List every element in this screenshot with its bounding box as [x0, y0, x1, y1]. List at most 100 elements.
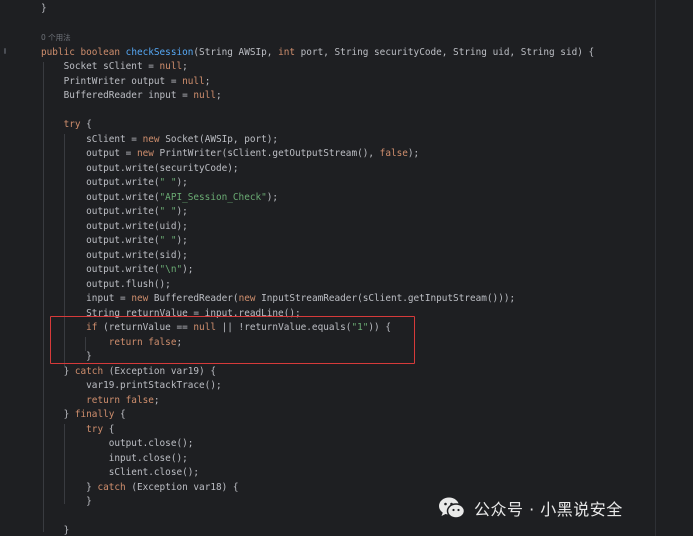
code-token: sClient =	[41, 133, 143, 145]
code-token: PrintWriter output =	[41, 75, 183, 87]
code-line[interactable]: input = new BufferedReader(new InputStre…	[41, 292, 515, 307]
code-token: catch	[74, 365, 104, 377]
code-line[interactable]: output.write(" ");	[41, 176, 188, 191]
code-token: output =	[41, 148, 137, 159]
code-line[interactable]: output.write("\n");	[41, 263, 193, 278]
code-line[interactable]: Socket sClient = null;	[41, 60, 188, 75]
code-line[interactable]: return false;	[41, 394, 160, 409]
code-token: {	[103, 423, 115, 435]
code-token: {	[80, 119, 92, 130]
code-token: try	[86, 423, 104, 435]
code-token: output.write(	[41, 177, 160, 188]
code-token: port, String securityCode, String uid, S…	[295, 46, 595, 58]
code-line[interactable]: output.close();	[41, 437, 194, 452]
code-token: ;	[153, 394, 160, 406]
code-token: }	[41, 496, 92, 507]
code-token: BufferedReader(	[148, 293, 239, 304]
code-line[interactable]: }	[41, 524, 70, 536]
code-token: PrintWriter(sClient.getOutputStream(),	[153, 148, 380, 159]
code-token: {	[114, 409, 126, 420]
code-token: }	[41, 409, 75, 420]
code-token: "\n"	[159, 264, 183, 275]
code-line[interactable]: output.write(" ");	[41, 205, 188, 220]
code-token: new	[131, 293, 149, 304]
code-token: );	[176, 206, 188, 217]
code-line[interactable]: output = new PrintWriter(sClient.getOutp…	[41, 147, 419, 162]
code-token: Socket(AWSIp, port);	[159, 133, 279, 145]
code-token: checkSession	[125, 46, 194, 58]
code-token: int	[278, 46, 296, 58]
code-token: input.close();	[41, 452, 188, 464]
code-line[interactable]: } finally {	[41, 408, 126, 423]
usage-hint[interactable]: 0 个用法	[41, 33, 71, 42]
code-line[interactable]: var19.printStackTrace();	[41, 379, 222, 394]
code-token: );	[407, 148, 420, 159]
wechat-icon	[439, 497, 466, 519]
watermark: 公众号 · 小黑说安全	[438, 488, 688, 528]
code-line[interactable]: } catch (Exception var19) {	[41, 365, 216, 380]
code-token: (String AWSIp,	[193, 46, 279, 58]
code-line[interactable]: } catch (Exception var18) {	[41, 481, 239, 496]
code-token: output.write(sid);	[41, 249, 188, 261]
code-line[interactable]: output.write(" ");	[41, 234, 188, 249]
code-token: (Exception var19) {	[103, 365, 216, 377]
code-area[interactable]: } 0 个用法 public boolean checkSession(String…	[20, 0, 693, 536]
code-line[interactable]: output.write(securityCode);	[41, 162, 238, 177]
code-line[interactable]: PrintWriter output = null;	[41, 75, 211, 90]
code-token: );	[266, 191, 279, 203]
code-token: input =	[41, 293, 132, 304]
code-token: " "	[159, 235, 177, 246]
code-line[interactable]: }	[41, 495, 92, 510]
code-token: );	[182, 264, 194, 275]
code-line[interactable]: output.write(sid);	[41, 249, 188, 264]
code-token: );	[176, 177, 188, 188]
code-token: null	[193, 90, 216, 101]
code-token: new	[142, 133, 160, 145]
code-token: output.write(	[41, 206, 160, 217]
code-token: var19.printStackTrace();	[41, 380, 222, 391]
code-editor[interactable]: } 0 个用法 public boolean checkSession(String…	[0, 0, 693, 536]
code-token: output.close();	[41, 438, 194, 449]
editor-gutter[interactable]	[0, 0, 20, 536]
code-token: output.write(uid);	[41, 220, 188, 232]
code-line[interactable]: sClient = new Socket(AWSIp, port);	[41, 133, 278, 148]
code-line[interactable]: try {	[41, 423, 114, 438]
code-line[interactable]: }	[41, 2, 47, 17]
code-token: catch	[97, 481, 126, 493]
watermark-text: 公众号 · 小黑说安全	[474, 500, 623, 519]
code-token: null	[182, 75, 205, 87]
code-line[interactable]: output.flush();	[41, 278, 171, 293]
code-line[interactable]: BufferedReader input = null;	[41, 89, 222, 104]
code-token: finally	[74, 409, 115, 420]
code-token: null	[159, 61, 183, 72]
code-token: (Exception var18) {	[125, 481, 239, 493]
code-token: false	[379, 148, 408, 159]
code-token: return false	[86, 394, 154, 406]
code-line[interactable]: public boolean checkSession(String AWSIp…	[41, 46, 594, 61]
code-token: }	[41, 525, 70, 536]
code-line[interactable]: output.write("API_Session_Check");	[41, 191, 278, 206]
code-line[interactable]: output.write(uid);	[41, 220, 188, 235]
code-token: }	[41, 3, 47, 14]
code-token: " "	[159, 177, 177, 188]
code-token: output.flush();	[41, 278, 171, 290]
code-token: new	[238, 293, 256, 304]
code-token: ;	[204, 75, 211, 87]
code-token: try	[63, 119, 81, 130]
code-token: "API_Session_Check"	[159, 191, 267, 203]
fold-marker-icon[interactable]	[4, 48, 6, 54]
code-token: new	[136, 148, 154, 159]
highlight-annotation-box	[50, 316, 415, 364]
code-token: output.write(	[41, 235, 160, 246]
code-token: sClient.close();	[41, 467, 200, 478]
code-line[interactable]: sClient.close();	[41, 466, 199, 481]
code-token: output.write(	[41, 264, 160, 275]
code-token: BufferedReader input =	[41, 90, 194, 101]
code-line[interactable]: 0 个用法	[41, 31, 71, 46]
code-line[interactable]: input.close();	[41, 452, 188, 467]
code-token: ;	[215, 90, 222, 101]
code-line[interactable]: try {	[41, 118, 92, 133]
